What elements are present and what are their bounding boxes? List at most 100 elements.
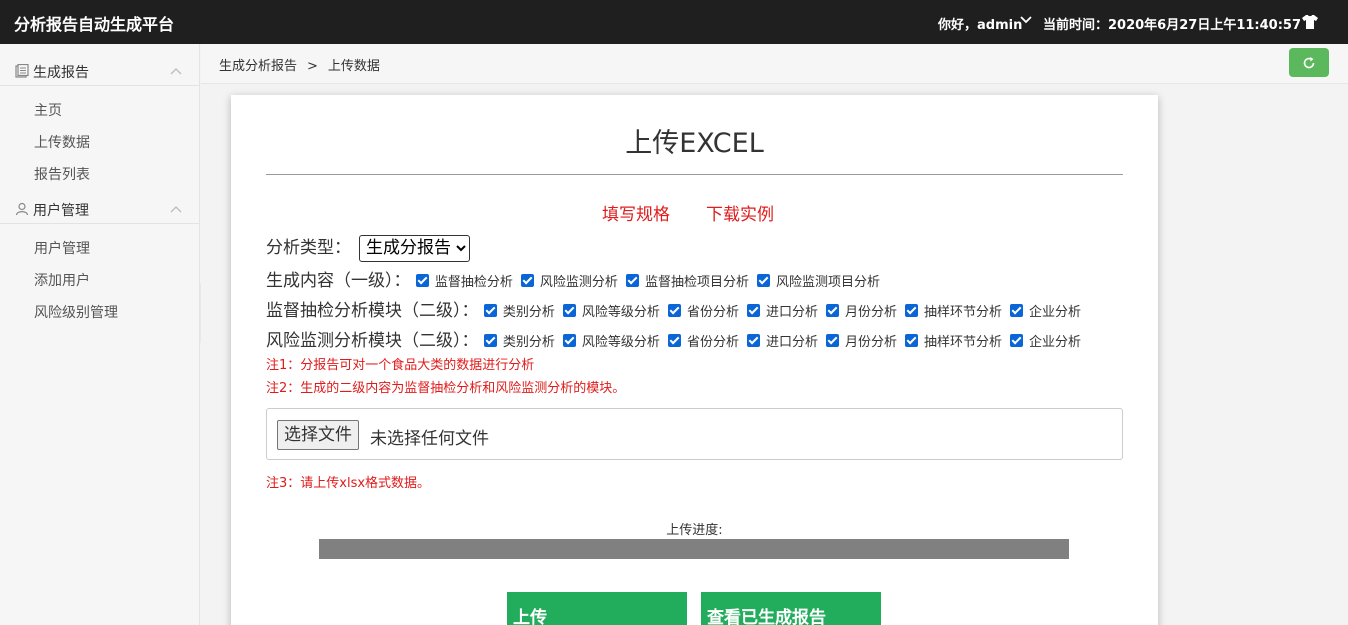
sidebar-item-risk-level[interactable]: 风险级别管理: [34, 302, 118, 322]
chevron-up-icon: [170, 206, 182, 213]
checkbox-label: 风险监测项目分析: [775, 274, 880, 290]
progress-label: 上传进度:: [666, 523, 723, 538]
note-3: 注3：请上传xlsx格式数据。: [266, 476, 431, 491]
checkbox-option[interactable]: 省份分析: [667, 331, 739, 350]
checkbox-label: 月份分析: [844, 334, 897, 350]
level1-row: 生成内容（一级）： 监督抽检分析 风险监测分析 监督抽检项目分析 风险监测项目分析: [266, 266, 888, 292]
help-links: 填写规格 下载实例: [602, 200, 810, 225]
checkbox-option[interactable]: 类别分析: [483, 331, 555, 350]
note-1: 注1：分报告可对一个食品大类的数据进行分析: [266, 358, 535, 373]
checkbox-option[interactable]: 企业分析: [1010, 301, 1081, 320]
shirt-icon[interactable]: [1301, 14, 1319, 30]
checkbox-label: 风险监测分析: [539, 274, 618, 290]
analysis-type-row: 分析类型： 生成分报告: [266, 233, 470, 262]
checkbox-label: 企业分析: [1029, 334, 1082, 350]
risk-checkboxes: 类别分析 风险等级分析 省份分析 进口分析 月份分析 抽样环节分析 企业分析: [483, 331, 1089, 352]
level1-label: 生成内容（一级）：: [266, 271, 411, 291]
checkbox-option[interactable]: 监督抽检分析: [415, 271, 513, 290]
supervision-label: 监督抽检分析模块（二级）：: [266, 301, 479, 321]
checkbox-checked-icon[interactable]: [904, 333, 918, 347]
checkbox-option[interactable]: 抽样环节分析: [904, 331, 1002, 350]
checkbox-option[interactable]: 月份分析: [825, 331, 897, 350]
refresh-button[interactable]: [1289, 48, 1329, 77]
current-time: 当前时间：2020年6月27日上午11:40:57: [1043, 18, 1301, 33]
upload-button[interactable]: 上传: [507, 592, 687, 625]
checkbox-checked-icon[interactable]: [904, 303, 918, 317]
sidebar-group-report[interactable]: 生成报告: [0, 56, 199, 86]
checkbox-checked-icon[interactable]: [746, 333, 760, 347]
risk-row: 风险监测分析模块（二级）： 类别分析 风险等级分析 省份分析 进口分析 月份分析 抽样环节…: [266, 326, 1089, 352]
progress-bar: [319, 539, 1069, 559]
sidebar-item-home[interactable]: 主页: [34, 100, 62, 120]
checkbox-label: 进口分析: [765, 304, 818, 320]
checkbox-checked-icon[interactable]: [667, 333, 681, 347]
checkbox-checked-icon[interactable]: [1010, 333, 1023, 347]
checkbox-checked-icon[interactable]: [625, 273, 639, 287]
checkbox-checked-icon[interactable]: [562, 303, 576, 317]
report-icon: [15, 64, 29, 78]
checkbox-label: 监督抽检项目分析: [644, 274, 749, 290]
checkbox-option[interactable]: 监督抽检项目分析: [625, 271, 749, 290]
checkbox-label: 省份分析: [686, 304, 739, 320]
breadcrumb-parent[interactable]: 生成分析报告: [219, 59, 297, 74]
spec-link[interactable]: 填写规格: [602, 205, 670, 225]
note-2: 注2：生成的二级内容为监督抽检分析和风险监测分析的模块。: [266, 381, 626, 396]
sidebar-group-label: 用户管理: [33, 203, 89, 219]
checkbox-label: 风险等级分析: [581, 304, 660, 320]
checkbox-option[interactable]: 进口分析: [746, 331, 818, 350]
view-reports-button[interactable]: 查看已生成报告: [701, 592, 881, 625]
analysis-type-select[interactable]: 生成分报告: [359, 234, 470, 262]
supervision-checkboxes: 类别分析 风险等级分析 省份分析 进口分析 月份分析 抽样环节分析 企业分析: [483, 301, 1089, 322]
checkbox-checked-icon[interactable]: [667, 303, 681, 317]
checkbox-label: 类别分析: [502, 304, 555, 320]
sidebar-item-report-list[interactable]: 报告列表: [34, 164, 90, 184]
checkbox-option[interactable]: 抽样环节分析: [904, 301, 1002, 320]
user-icon: [15, 202, 29, 216]
checkbox-option[interactable]: 企业分析: [1010, 331, 1081, 350]
sidebar-item-add-user[interactable]: 添加用户: [34, 270, 90, 290]
checkbox-checked-icon[interactable]: [562, 333, 576, 347]
checkbox-label: 监督抽检分析: [434, 274, 513, 290]
chevron-down-icon[interactable]: [1020, 14, 1032, 26]
user-greeting[interactable]: 你好，admin: [938, 14, 1022, 33]
refresh-icon: [1303, 57, 1315, 69]
checkbox-checked-icon[interactable]: [483, 303, 497, 317]
checkbox-option[interactable]: 风险等级分析: [562, 301, 660, 320]
checkbox-label: 企业分析: [1029, 304, 1082, 320]
checkbox-option[interactable]: 风险监测分析: [520, 271, 618, 290]
download-example-link[interactable]: 下载实例: [706, 205, 774, 225]
top-bar: 分析报告自动生成平台 你好，admin 当前时间：2020年6月27日上午11:…: [0, 0, 1348, 44]
checkbox-checked-icon[interactable]: [520, 273, 534, 287]
checkbox-checked-icon[interactable]: [1010, 303, 1023, 317]
level1-checkboxes: 监督抽检分析 风险监测分析 监督抽检项目分析 风险监测项目分析: [415, 271, 888, 292]
checkbox-option[interactable]: 进口分析: [746, 301, 818, 320]
checkbox-option[interactable]: 类别分析: [483, 301, 555, 320]
checkbox-checked-icon[interactable]: [746, 303, 760, 317]
sidebar-item-upload[interactable]: 上传数据: [34, 132, 90, 152]
sidebar-item-user-manage[interactable]: 用户管理: [34, 238, 90, 258]
sidebar: 生成报告 主页 上传数据 报告列表 用户管理 用户管理 添加用户 风险级别管理: [0, 44, 200, 625]
checkbox-option[interactable]: 省份分析: [667, 301, 739, 320]
breadcrumb-separator: >: [307, 59, 318, 74]
choose-file-button[interactable]: 选择文件: [277, 420, 359, 450]
checkbox-label: 进口分析: [765, 334, 818, 350]
breadcrumb: 生成分析报告 > 上传数据: [219, 55, 380, 74]
chevron-up-icon: [170, 68, 182, 75]
upload-card: 上传EXCEL 填写规格 下载实例 分析类型： 生成分报告 生成内容（一级）： 监督…: [231, 95, 1158, 625]
breadcrumb-current: 上传数据: [327, 59, 380, 74]
checkbox-checked-icon[interactable]: [825, 303, 839, 317]
checkbox-checked-icon[interactable]: [756, 273, 770, 287]
checkbox-label: 抽样环节分析: [923, 304, 1002, 320]
supervision-row: 监督抽检分析模块（二级）： 类别分析 风险等级分析 省份分析 进口分析 月份分析 抽样环节…: [266, 296, 1089, 322]
card-title: 上传EXCEL: [625, 128, 764, 159]
checkbox-checked-icon[interactable]: [825, 333, 839, 347]
sidebar-group-user[interactable]: 用户管理: [0, 194, 199, 224]
checkbox-option[interactable]: 月份分析: [825, 301, 897, 320]
sidebar-group-label: 生成报告: [33, 65, 89, 81]
checkbox-label: 类别分析: [502, 334, 555, 350]
checkbox-option[interactable]: 风险监测项目分析: [756, 271, 880, 290]
checkbox-checked-icon[interactable]: [415, 273, 429, 287]
checkbox-checked-icon[interactable]: [483, 333, 497, 347]
checkbox-label: 抽样环节分析: [923, 334, 1002, 350]
checkbox-option[interactable]: 风险等级分析: [562, 331, 660, 350]
